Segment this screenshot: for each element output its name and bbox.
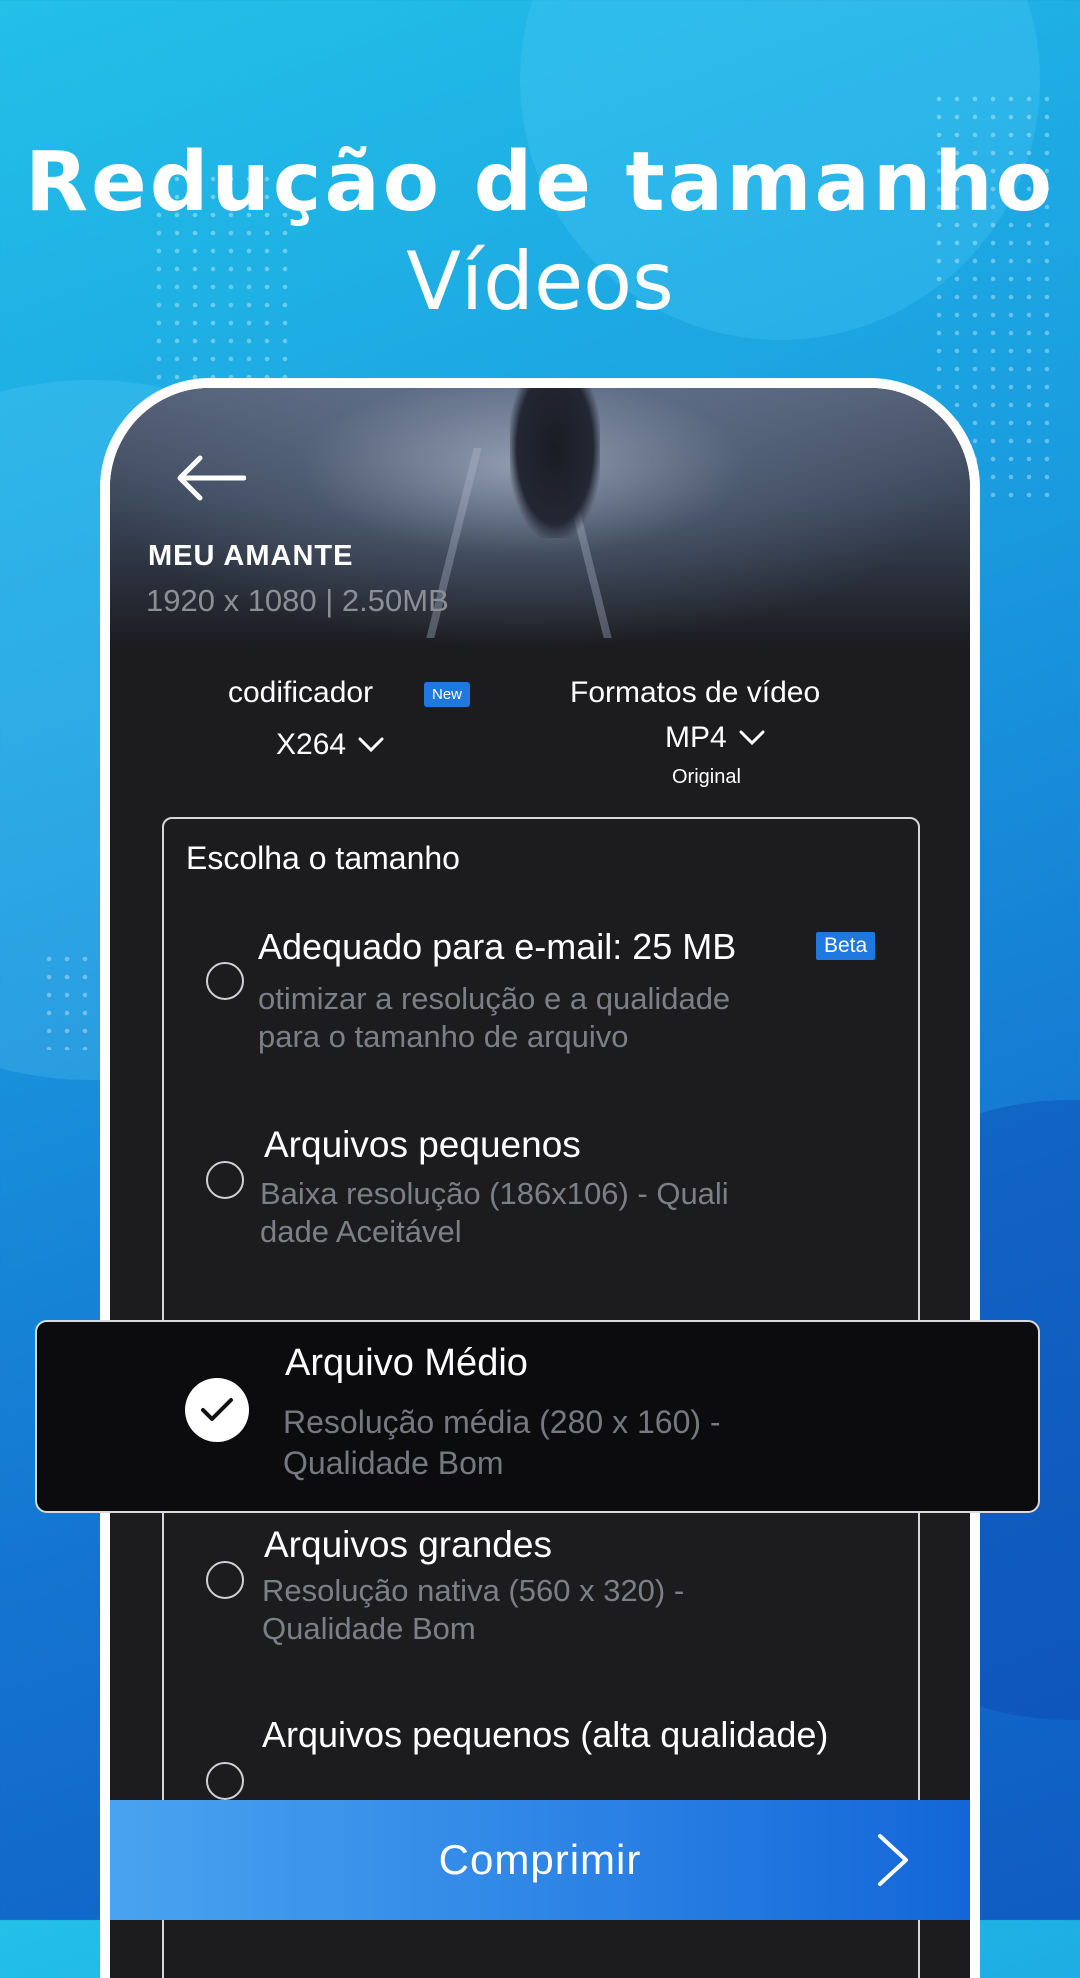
size-option-small[interactable]: Arquivos pequenos Baixa resolução (186x1…: [162, 1108, 920, 1258]
check-icon: [201, 1398, 233, 1421]
radio-button[interactable]: [206, 1561, 244, 1599]
headline-subtitle: Vídeos: [406, 235, 674, 328]
chevron-right-icon: [878, 1834, 908, 1886]
compress-button[interactable]: Comprimir: [110, 1800, 970, 1920]
format-value: MP4: [665, 721, 727, 754]
new-badge: New: [424, 682, 471, 707]
encoder-dropdown[interactable]: X264: [276, 728, 384, 762]
video-meta: 1920 x 1080 | 2.50MB: [146, 583, 449, 618]
radio-button[interactable]: [206, 962, 244, 1000]
radio-checked[interactable]: [185, 1378, 249, 1442]
radio-button[interactable]: [206, 1762, 244, 1800]
chevron-down-icon: [739, 730, 765, 746]
size-option-medium-selected[interactable]: Arquivo Médio Resolução média (280 x 160…: [35, 1320, 1040, 1513]
beta-badge: Beta: [816, 932, 876, 960]
app-screen: MEU AMANTE 1920 x 1080 | 2.50MB codifica…: [110, 388, 970, 1978]
option-description: Baixa resolução (186x106) - Quali dade A…: [260, 1176, 729, 1249]
option-title: Arquivos pequenos: [264, 1124, 581, 1165]
radio-button[interactable]: [206, 1161, 244, 1199]
compress-label: Comprimir: [438, 1836, 642, 1883]
size-option-large[interactable]: Arquivos grandes Resolução nativa (560 x…: [162, 1508, 920, 1658]
size-option-small-hq[interactable]: Arquivos pequenos (alta qualidade): [162, 1706, 920, 1800]
encoder-value: X264: [276, 728, 347, 761]
chevron-down-icon: [358, 737, 384, 753]
format-label: Formatos de vídeo: [570, 676, 821, 709]
thumbnail-figure: [510, 388, 600, 538]
option-title: Arquivos pequenos (alta qualidade): [262, 1714, 829, 1755]
phone-frame: MEU AMANTE 1920 x 1080 | 2.50MB codifica…: [100, 378, 980, 1978]
format-dropdown[interactable]: MP4: [665, 721, 765, 755]
size-section-title: Escolha o tamanho: [186, 840, 460, 876]
encoder-label: codificador: [228, 676, 374, 709]
option-description: otimizar a resolução e a qualidade para …: [258, 981, 731, 1054]
option-title: Adequado para e-mail: 25 MB: [258, 926, 737, 967]
video-title: MEU AMANTE: [148, 540, 354, 572]
option-description: Resolução nativa (560 x 320) - Qualidade…: [262, 1573, 685, 1646]
option-title: Arquivos grandes: [264, 1524, 552, 1565]
option-description: Resolução média (280 x 160) - Qualidade …: [283, 1404, 721, 1481]
headline-title: Redução de tamanho: [25, 135, 1055, 230]
back-button[interactable]: [170, 448, 250, 508]
format-subtitle: Original: [672, 766, 741, 788]
arrow-left-icon: [177, 455, 246, 501]
option-title: Arquivo Médio: [285, 1342, 528, 1384]
size-option-email[interactable]: Adequado para e-mail: 25 MB Beta otimiza…: [162, 908, 920, 1068]
